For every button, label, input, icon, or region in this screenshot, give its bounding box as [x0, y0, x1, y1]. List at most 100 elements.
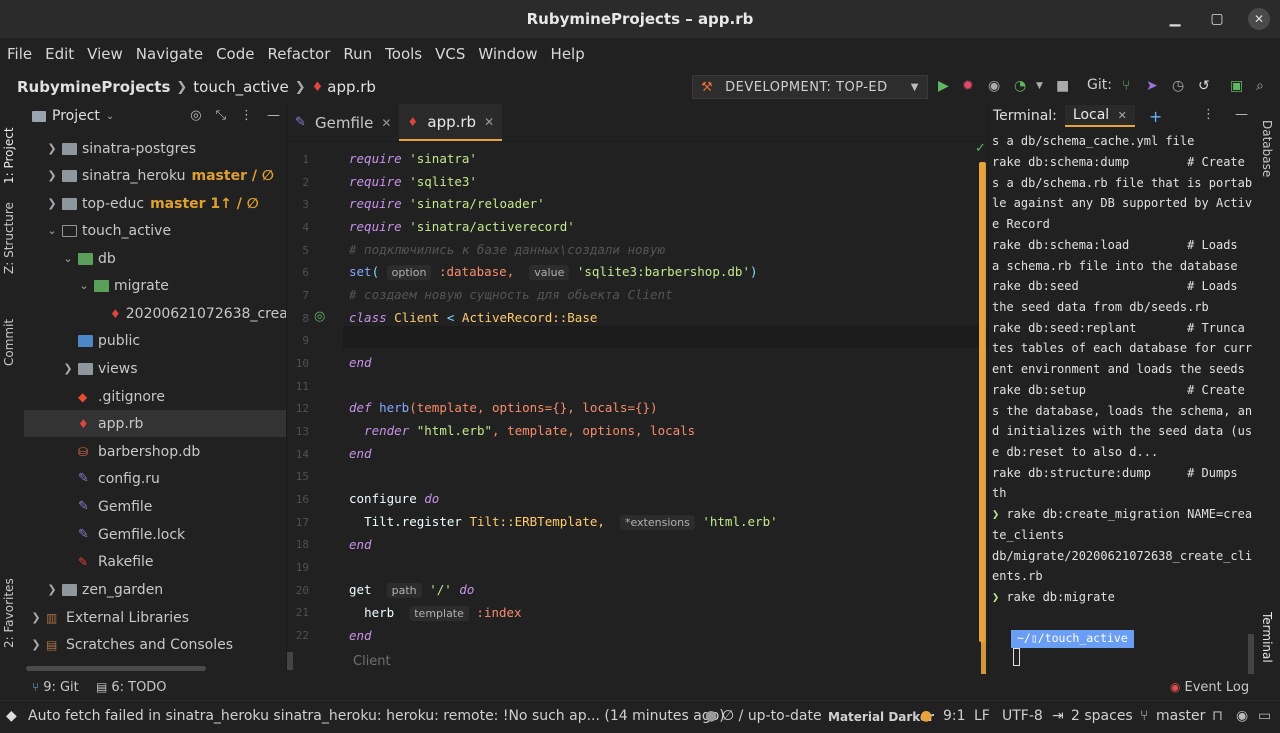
menu-refactor[interactable]: Refactor — [267, 45, 330, 63]
tool-tab-database[interactable]: Database — [1260, 120, 1274, 177]
tree-item[interactable]: ❯ zen_garden — [24, 576, 286, 603]
code-line[interactable]: end — [349, 628, 372, 643]
code-breadcrumb[interactable]: Client — [353, 654, 391, 669]
menu-window[interactable]: Window — [478, 45, 537, 63]
line-separator[interactable]: LF — [974, 708, 990, 724]
chevron-right-icon[interactable]: ❯ — [46, 169, 58, 182]
menu-view[interactable]: View — [87, 45, 123, 63]
code-line[interactable]: end — [349, 537, 372, 552]
chevron-right-icon[interactable]: ❯ — [30, 611, 42, 624]
close-tab-icon[interactable]: ✕ — [1118, 109, 1127, 122]
code-line[interactable]: require 'sinatra/reloader' — [349, 196, 545, 211]
theme-name[interactable]: Material Darker — [828, 710, 934, 724]
git-update-icon[interactable]: ⑂ — [1122, 78, 1130, 94]
git-branch[interactable]: master — [1156, 708, 1205, 724]
profile-icon[interactable]: ◔ — [1014, 78, 1026, 94]
chevron-right-icon[interactable]: ❯ — [46, 197, 58, 210]
expand-icon[interactable]: ◆ — [6, 708, 17, 724]
locate-icon[interactable]: ◎ — [190, 108, 201, 123]
tool-tab-favorites[interactable]: 2: Favorites — [2, 578, 16, 648]
tool-button-event-log[interactable]: ◉ Event Log — [1170, 680, 1249, 695]
tree-item[interactable]: ⛁ barbershop.db — [24, 438, 286, 465]
tree-item[interactable]: ⌄ touch_active — [24, 217, 286, 244]
code-line[interactable]: herb template :index — [349, 605, 522, 621]
code-line[interactable]: def herb(template, options={}, locals={}… — [349, 400, 658, 415]
chevron-down-icon[interactable]: ⌄ — [62, 252, 74, 265]
file-encoding[interactable]: UTF-8 — [1002, 708, 1043, 724]
code-line[interactable]: end — [349, 446, 372, 461]
git-push-icon[interactable]: ➤ — [1146, 78, 1158, 94]
code-line[interactable]: get path '/' do — [349, 582, 474, 598]
debug-icon[interactable]: ✹ — [962, 78, 974, 94]
tree-item[interactable]: ⌄ db — [24, 245, 286, 272]
chevron-down-icon[interactable]: ⌄ — [78, 279, 90, 292]
history-icon[interactable]: ◷ — [1172, 78, 1184, 94]
tool-tab-terminal[interactable]: Terminal — [1260, 612, 1274, 663]
chevron-down-icon[interactable]: ⌄ — [46, 224, 58, 237]
indent-setting[interactable]: 2 spaces — [1071, 708, 1133, 724]
tool-button-git[interactable]: ⑂ 9: Git — [32, 680, 79, 695]
code-line[interactable]: set( option :database, value 'sqlite3:ba… — [349, 264, 758, 280]
editor-scroll-marker[interactable] — [287, 652, 293, 670]
chevron-right-icon[interactable]: ❯ — [62, 362, 74, 375]
tree-item[interactable]: ✎ Rakefile — [24, 548, 286, 575]
tool-tab-structure[interactable]: Z: Structure — [2, 202, 16, 274]
tree-item[interactable]: ✎ Gemfile.lock — [24, 521, 286, 548]
project-panel-title[interactable]: Project — [52, 108, 100, 124]
code-line[interactable]: end — [349, 355, 372, 370]
menu-tools[interactable]: Tools — [385, 45, 422, 63]
menu-navigate[interactable]: Navigate — [136, 45, 203, 63]
hide-icon[interactable]: — — [267, 108, 280, 123]
hide-icon[interactable]: — — [1235, 107, 1248, 122]
tree-item[interactable]: ◆ .gitignore — [24, 383, 286, 410]
code-line[interactable]: # подключились к базе данных\создали нов… — [349, 242, 665, 257]
chevron-down-icon[interactable]: ⌄ — [106, 111, 114, 122]
more-run-chevron-icon[interactable]: ▼ — [1036, 81, 1043, 91]
close-tab-icon[interactable]: ✕ — [484, 115, 494, 129]
menu-vcs[interactable]: VCS — [435, 45, 465, 63]
vcs-status[interactable]: ∅ / up-to-date — [722, 708, 822, 724]
run-icon[interactable]: ▶ — [938, 78, 949, 94]
code-line[interactable]: require 'sinatra/activerecord' — [349, 219, 575, 234]
menu-edit[interactable]: Edit — [45, 45, 74, 63]
tree-item[interactable]: public — [24, 327, 286, 354]
options-icon[interactable]: ⋮ — [240, 108, 253, 123]
code-line[interactable]: require 'sinatra' — [349, 151, 477, 166]
minimize-button[interactable]: ▁ — [1164, 8, 1186, 30]
menu-file[interactable]: File — [7, 45, 32, 63]
stop-icon[interactable]: ■ — [1056, 78, 1069, 94]
tree-item[interactable]: ❯ sinatra-postgres — [24, 135, 286, 162]
options-icon[interactable]: ⋮ — [1202, 107, 1215, 122]
tool-button-todo[interactable]: ▤ 6: TODO — [96, 680, 167, 695]
lock-icon[interactable]: ⊓ — [1212, 708, 1223, 724]
code-line[interactable]: render "html.erb", template, options, lo… — [349, 423, 695, 438]
inspector-icon[interactable]: ◉ — [1236, 708, 1248, 724]
tab-app-rb[interactable]: ♦ app.rb ✕ — [399, 104, 503, 141]
tool-tab-commit[interactable]: Commit — [2, 319, 16, 366]
tool-tab-project[interactable]: 1: Project — [2, 127, 16, 184]
terminal-scroll-marker[interactable] — [979, 162, 985, 642]
close-button[interactable]: ✕ — [1248, 8, 1270, 30]
notifications-icon[interactable]: ▭ — [1258, 708, 1271, 724]
tree-item[interactable]: ✎ Gemfile — [24, 493, 286, 520]
breadcrumb-file[interactable]: app.rb — [327, 78, 376, 96]
tree-item[interactable]: ✎ config.ru — [24, 465, 286, 492]
no-problems-check-icon[interactable]: ✓ — [975, 141, 986, 156]
horizontal-scrollbar[interactable] — [26, 666, 206, 671]
menu-help[interactable]: Help — [551, 45, 585, 63]
caret-position[interactable]: 9:1 — [943, 708, 966, 724]
run-coverage-icon[interactable]: ◉ — [988, 78, 1000, 94]
close-tab-icon[interactable]: ✕ — [381, 116, 391, 130]
breadcrumb-folder[interactable]: touch_active — [193, 78, 288, 96]
code-line[interactable]: # создаем новую сущность для обьекта Cli… — [349, 287, 673, 302]
tree-item-selected[interactable]: ♦ app.rb — [24, 410, 286, 437]
code-line[interactable]: require 'sqlite3' — [349, 174, 477, 189]
menu-code[interactable]: Code — [216, 45, 254, 63]
run-configuration-select[interactable]: ⚒ DEVELOPMENT: TOP-ED ▼ — [692, 75, 928, 99]
terminal-tool-icon[interactable]: ▣ — [1230, 78, 1243, 94]
maximize-button[interactable]: ▢ — [1206, 8, 1228, 30]
tree-item[interactable]: ❯ top-educ master 1↑ / ∅ — [24, 190, 286, 217]
rollback-icon[interactable]: ↺ — [1198, 78, 1210, 94]
collapse-icon[interactable]: ⤡ — [216, 108, 226, 123]
status-message[interactable]: Auto fetch failed in sinatra_heroku sina… — [28, 708, 725, 724]
